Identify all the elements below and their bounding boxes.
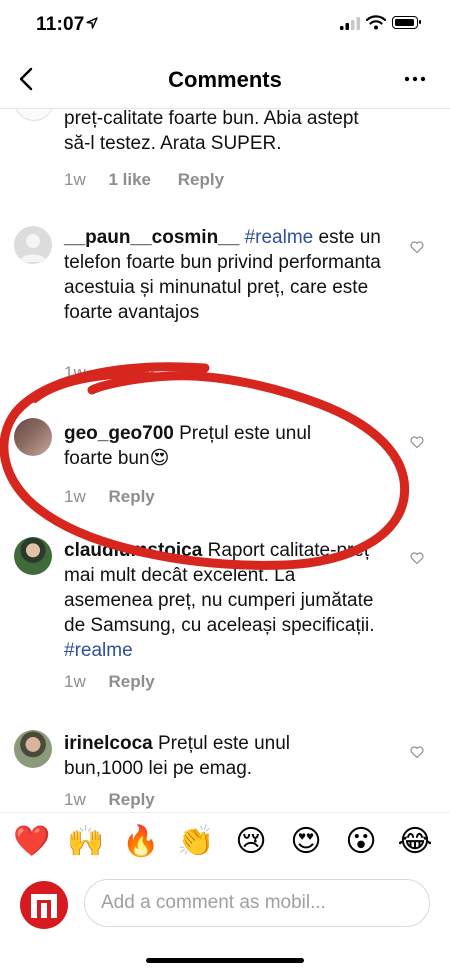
raising-hands-emoji[interactable]: 🙌 <box>67 823 105 861</box>
page-title: Comments <box>168 67 282 92</box>
comment-meta: 1w Reply <box>64 363 177 383</box>
red-heart-emoji[interactable]: ❤️ <box>13 823 51 861</box>
crying-face-emoji[interactable]: 😢 <box>232 823 270 861</box>
reply-button[interactable]: Reply <box>178 170 224 189</box>
comment-meta: 1w Reply <box>64 790 177 809</box>
comment-text: claudiumstoica Raport calitate-preț mai … <box>64 538 380 663</box>
reply-button[interactable]: Reply <box>108 790 154 809</box>
battery-icon <box>392 16 421 29</box>
comment-time: 1w <box>64 672 86 691</box>
comment-time: 1w <box>64 170 86 189</box>
fire-emoji[interactable]: 🔥 <box>122 823 160 861</box>
avatar[interactable] <box>14 730 52 768</box>
reply-button[interactable]: Reply <box>108 672 154 691</box>
avatar[interactable] <box>14 226 52 264</box>
comment-input[interactable]: Add a comment as mobil... <box>84 879 430 927</box>
comment-meta: 1w Reply <box>64 672 177 692</box>
surprised-face-emoji[interactable]: 😮 <box>342 823 380 861</box>
emoji-reaction-bar: ❤️ 🙌 🔥 👏 😢 😍 😮 😂 <box>0 812 450 873</box>
heart-icon[interactable] <box>410 435 424 449</box>
hashtag-link[interactable]: #realme <box>245 227 314 248</box>
heart-icon[interactable] <box>410 551 424 565</box>
comment-text: irinelcoca Prețul este unul bun,1000 lei… <box>64 731 364 781</box>
brand-logo-icon <box>31 894 57 918</box>
comment-time: 1w <box>64 363 86 382</box>
location-arrow-icon <box>86 17 98 29</box>
reply-button[interactable]: Reply <box>108 363 154 382</box>
likes-count-button[interactable]: 1 like <box>108 170 151 189</box>
status-time: 11:07 <box>36 14 85 35</box>
comment-time: 1w <box>64 790 86 809</box>
avatar[interactable] <box>14 537 52 575</box>
heart-icon[interactable] <box>410 240 424 254</box>
default-avatar-icon <box>19 234 47 262</box>
account-avatar[interactable] <box>20 881 68 929</box>
comment-username[interactable]: irinelcoca <box>64 733 153 754</box>
comment-meta: 1w 1 like Reply <box>64 170 246 190</box>
status-bar: 11:07 <box>0 0 450 50</box>
heart-icon[interactable] <box>410 745 424 759</box>
avatar[interactable] <box>14 418 52 456</box>
comment-body: preț-calitate foarte bun. Abia astept să… <box>64 109 359 154</box>
home-indicator <box>146 958 304 963</box>
comment-username[interactable]: __paun__cosmin__ <box>64 227 239 248</box>
hashtag-link[interactable]: #realme <box>64 640 133 661</box>
clapping-hands-emoji[interactable]: 👏 <box>177 823 215 861</box>
comment-text: preț-calitate foarte bun. Abia astept să… <box>64 109 384 156</box>
wifi-icon <box>366 15 386 30</box>
avatar[interactable] <box>14 109 54 121</box>
heart-eyes-emoji[interactable]: 😍 <box>287 823 325 861</box>
more-options-icon[interactable] <box>402 66 428 92</box>
cellular-signal-icon <box>340 17 360 30</box>
comment-time: 1w <box>64 487 86 506</box>
comment-composer: Add a comment as mobil... <box>0 872 450 942</box>
comment-username[interactable]: claudiumstoica <box>64 540 202 561</box>
comment-username[interactable]: geo_geo700 <box>64 423 174 444</box>
comment-meta: 1w Reply <box>64 487 177 507</box>
comments-header: Comments <box>0 50 450 109</box>
reply-button[interactable]: Reply <box>108 487 154 506</box>
tears-of-joy-emoji[interactable]: 😂 <box>396 823 434 861</box>
comments-list: preț-calitate foarte bun. Abia astept să… <box>0 109 450 809</box>
comment-text: __paun__cosmin__ #realme este un telefon… <box>64 225 384 325</box>
comment-text: geo_geo700 Prețul este unul foarte bun😍 <box>64 421 364 471</box>
